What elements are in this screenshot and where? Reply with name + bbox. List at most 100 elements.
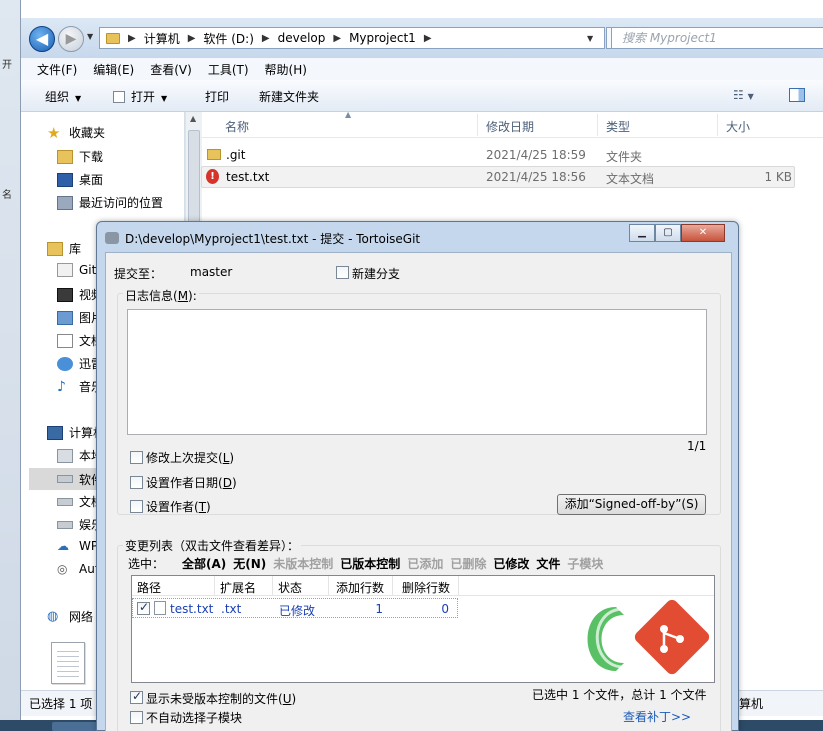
minimize-button[interactable]: ▁ <box>629 224 655 242</box>
column-size[interactable]: 大小 <box>726 118 750 135</box>
print-button[interactable]: 打印 <box>205 88 229 105</box>
chevron-right-icon[interactable]: ▶ <box>333 33 341 44</box>
close-button[interactable]: ✕ <box>681 224 725 242</box>
filter-6[interactable]: 已修改 <box>493 555 529 572</box>
file-row-git[interactable]: .git 2021/4/25 18:59 文件夹 <box>201 145 795 167</box>
crumb-project[interactable]: Myproject1 <box>349 31 416 45</box>
filter-list: 全部(A) 无(N) 未版本控制 已版本控制 已添加 已删除 已修改 文件 子模块 <box>182 555 610 572</box>
header-divider[interactable] <box>328 576 329 596</box>
scroll-up-icon[interactable]: ▲ <box>190 114 196 123</box>
header-added[interactable]: 添加行数 <box>336 579 384 596</box>
video-icon <box>57 287 73 302</box>
filter-3[interactable]: 已版本控制 <box>340 555 400 572</box>
column-type[interactable]: 类型 <box>606 118 630 135</box>
chevron-right-icon[interactable]: ▶ <box>424 33 432 44</box>
music-icon: ♪ <box>57 378 66 395</box>
library-icon <box>47 241 63 256</box>
row-ext: .txt <box>221 602 242 616</box>
nav-network-label: 网络 <box>69 610 94 624</box>
filter-7[interactable]: 文件 <box>536 555 560 572</box>
modified-overlay-icon: ! <box>206 169 219 184</box>
background-window-edge: 开 名 <box>0 0 20 731</box>
column-modified[interactable]: 修改日期 <box>486 118 534 135</box>
show-unversioned-checkbox[interactable] <box>130 689 143 704</box>
header-divider[interactable] <box>392 576 393 596</box>
file-row-test[interactable]: ! test.txt 2021/4/25 18:56 文本文档 1 KB <box>201 166 795 188</box>
header-divider[interactable] <box>458 576 459 596</box>
chevron-right-icon[interactable]: ▶ <box>128 33 136 44</box>
author-end: ) <box>206 500 211 514</box>
chevron-right-icon[interactable]: ▶ <box>188 33 196 44</box>
new-folder-button[interactable]: 新建文件夹 <box>259 88 319 105</box>
nav-recent[interactable]: 最近访问的位置 <box>57 194 163 211</box>
nav-downloads[interactable]: 下载 <box>57 148 103 165</box>
filter-5[interactable]: 已删除 <box>450 555 486 572</box>
amend-checkbox[interactable] <box>130 451 143 464</box>
windows-drive-icon <box>57 448 73 463</box>
file-select-checkbox[interactable] <box>137 600 150 615</box>
crumb-drive[interactable]: 软件 (D:) <box>203 30 253 47</box>
author-date-checkbox[interactable] <box>130 476 143 489</box>
cloud-icon: ☁ <box>57 539 69 553</box>
filter-4[interactable]: 已添加 <box>407 555 443 572</box>
organize-button[interactable]: 组织 ▼ <box>45 88 81 105</box>
commit-to-label: 提交至： <box>114 267 163 281</box>
path-dropdown-icon[interactable]: ▼ <box>587 34 593 43</box>
filter-1[interactable]: 无(N) <box>233 555 266 572</box>
header-ext[interactable]: 扩展名 <box>220 579 256 596</box>
menu-file[interactable]: 文件(F) <box>37 61 77 78</box>
nav-favorites[interactable]: ★ 收藏夹 <box>47 124 105 141</box>
nav-network[interactable]: ◍ 网络 <box>47 608 93 625</box>
bg-fragment-2: 名 <box>2 190 12 201</box>
author-checkbox[interactable] <box>130 500 143 513</box>
folder-icon <box>207 149 221 160</box>
nav-lib-git[interactable]: Git <box>57 263 96 277</box>
header-divider[interactable] <box>272 576 273 596</box>
command-bar: 组织 ▼ 打开 ▼ 打印 新建文件夹 ☷ ▼ <box>21 80 823 112</box>
preview-pane-icon[interactable] <box>789 88 805 102</box>
forward-button[interactable]: ▶ <box>58 26 84 52</box>
column-name[interactable]: 名称 <box>225 118 249 135</box>
back-button[interactable]: ◀ <box>29 26 55 52</box>
no-auto-submodule-checkbox[interactable] <box>130 711 143 724</box>
amend-label-end: ) <box>229 451 235 465</box>
menu-edit[interactable]: 编辑(E) <box>93 61 134 78</box>
menu-tools[interactable]: 工具(T) <box>208 61 249 78</box>
filter-8[interactable]: 子模块 <box>567 555 603 572</box>
crumb-develop[interactable]: develop <box>278 31 326 45</box>
nav-libraries[interactable]: 库 <box>47 240 81 257</box>
filter-2[interactable]: 未版本控制 <box>273 555 333 572</box>
filter-0[interactable]: 全部(A) <box>182 555 226 572</box>
author-date-key: D <box>222 476 232 490</box>
xunlei-icon <box>57 356 73 371</box>
crumb-computer[interactable]: 计算机 <box>144 30 180 47</box>
search-input[interactable]: 搜索 Myproject1 <box>611 27 823 49</box>
view-options-icon[interactable]: ☷ ▼ <box>733 88 754 102</box>
dialog-title: D:\develop\Myproject1\test.txt - 提交 - To… <box>125 232 421 246</box>
open-button[interactable]: 打开 ▼ <box>113 88 167 105</box>
table-row[interactable]: test.txt .txt 已修改 1 0 <box>132 598 458 618</box>
path-breadcrumb[interactable]: ▶ 计算机 ▶ 软件 (D:) ▶ develop ▶ Myproject1 ▶ <box>99 27 605 49</box>
column-divider[interactable] <box>717 114 718 136</box>
chevron-down-icon: ▼ <box>161 94 168 103</box>
header-divider[interactable] <box>214 576 215 596</box>
menu-view[interactable]: 查看(V) <box>150 61 192 78</box>
chevron-right-icon[interactable]: ▶ <box>262 33 270 44</box>
nav-libraries-label: 库 <box>69 242 82 256</box>
show-unversioned-end: ) <box>291 692 297 706</box>
status-location: 算机 <box>739 697 764 711</box>
view-patch-link[interactable]: 查看补丁>> <box>623 708 691 725</box>
header-deleted[interactable]: 删除行数 <box>402 579 450 596</box>
column-divider[interactable] <box>477 114 478 136</box>
nav-desktop[interactable]: 桌面 <box>57 171 103 188</box>
header-path[interactable]: 路径 <box>137 579 161 596</box>
maximize-button[interactable]: ▢ <box>655 224 681 242</box>
log-message-input[interactable] <box>127 309 707 435</box>
signed-off-by-button[interactable]: 添加“Signed-off-by”(S) <box>557 494 706 515</box>
scroll-thumb[interactable] <box>188 130 200 230</box>
history-dropdown-icon[interactable]: ▼ <box>87 32 93 41</box>
column-divider[interactable] <box>597 114 598 136</box>
menu-help[interactable]: 帮助(H) <box>265 61 307 78</box>
header-status[interactable]: 状态 <box>278 579 302 596</box>
new-branch-checkbox[interactable] <box>336 266 349 279</box>
